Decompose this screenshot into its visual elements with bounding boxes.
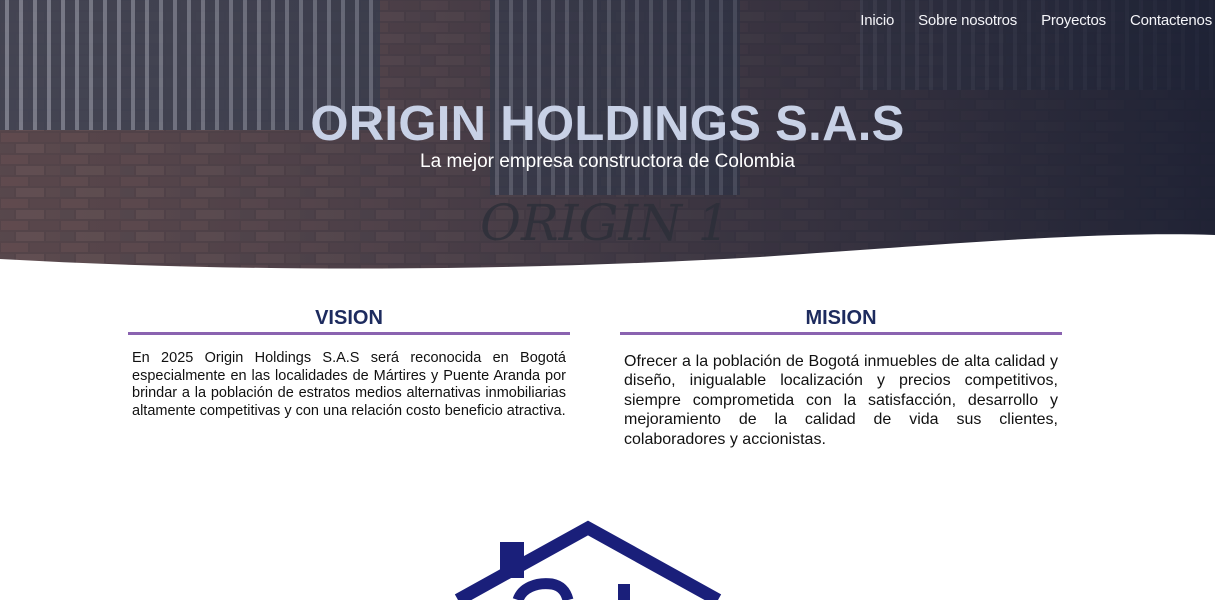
hero-wave-divider xyxy=(0,234,1215,275)
top-navigation: Inicio Sobre nosotros Proyectos Contacte… xyxy=(848,12,1212,30)
vision-heading: VISION xyxy=(315,307,383,329)
vision-divider xyxy=(128,332,570,335)
nav-link-inicio[interactable]: Inicio xyxy=(848,12,906,30)
mision-divider xyxy=(620,332,1062,335)
hero-subtitle: La mejor empresa constructora de Colombi… xyxy=(420,151,795,172)
vision-text: En 2025 Origin Holdings S.A.S será recon… xyxy=(132,350,566,419)
mision-heading: MISION xyxy=(805,307,877,329)
company-logo-house-icon xyxy=(454,520,722,600)
nav-link-contactenos[interactable]: Contactenos xyxy=(1118,12,1212,30)
mision-section: MISION Ofrecer a la población de Bogotá … xyxy=(620,306,1062,449)
hero-banner: ORIGIN 1 Inicio Sobre nosotros Proyectos… xyxy=(0,0,1215,275)
hero-title: ORIGIN HOLDINGS S.A.S xyxy=(310,97,905,151)
nav-link-sobre-nosotros[interactable]: Sobre nosotros xyxy=(906,12,1029,30)
mision-text: Ofrecer a la población de Bogotá inmuebl… xyxy=(624,353,1058,448)
nav-link-proyectos[interactable]: Proyectos xyxy=(1029,12,1118,30)
vision-section: VISION En 2025 Origin Holdings S.A.S ser… xyxy=(128,306,570,420)
